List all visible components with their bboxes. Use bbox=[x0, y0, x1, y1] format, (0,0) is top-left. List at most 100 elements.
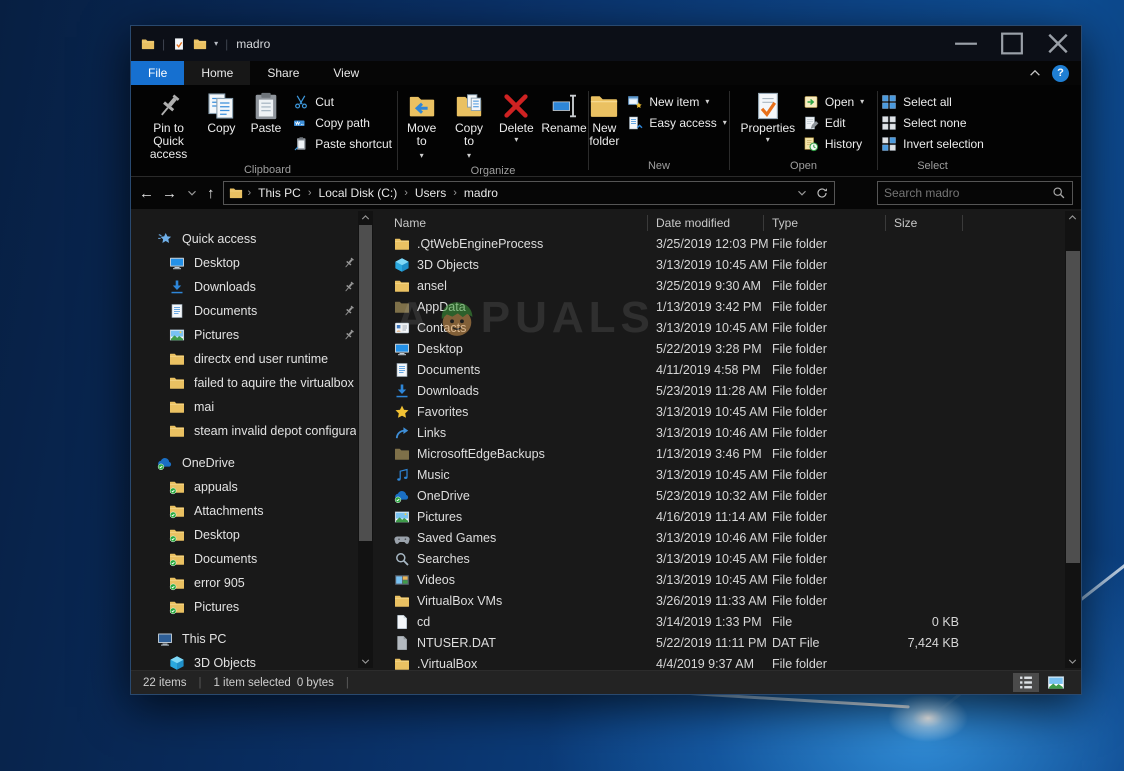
collapse-ribbon-chevron-icon[interactable] bbox=[1028, 66, 1042, 80]
sidebar-item-attachments[interactable]: Attachments bbox=[131, 499, 386, 523]
file-row-documents[interactable]: Documents4/11/2019 4:58 PMFile folder bbox=[386, 359, 1081, 380]
file-row-appdata[interactable]: AppData1/13/2019 3:42 PMFile folder bbox=[386, 296, 1081, 317]
ribbon-paste-shortcut-button[interactable]: Paste shortcut bbox=[289, 133, 396, 154]
ribbon-properties-button[interactable]: Properties▾ bbox=[739, 89, 797, 151]
sidebar-item-quick-access[interactable]: Quick access bbox=[131, 227, 386, 251]
file-row-searches[interactable]: Searches3/13/2019 10:45 AMFile folder bbox=[386, 548, 1081, 569]
refresh-icon[interactable] bbox=[815, 186, 829, 200]
details-view-button[interactable] bbox=[1013, 673, 1039, 692]
folder-icon[interactable] bbox=[193, 37, 207, 51]
file-row-onedrive[interactable]: OneDrive5/23/2019 10:32 AMFile folder bbox=[386, 485, 1081, 506]
sidebar-item-onedrive[interactable]: OneDrive bbox=[131, 451, 386, 475]
file-row-3d-objects[interactable]: 3D Objects3/13/2019 10:45 AMFile folder bbox=[386, 254, 1081, 275]
ribbon-edit-button[interactable]: Edit bbox=[799, 112, 850, 133]
sidebar-item-mai[interactable]: mai bbox=[131, 395, 386, 419]
file-row-virtualbox[interactable]: .VirtualBox4/4/2019 9:37 AMFile folder bbox=[386, 653, 1081, 670]
breadcrumb-item-users[interactable]: Users bbox=[415, 186, 446, 200]
tab-home[interactable]: Home bbox=[184, 61, 250, 85]
sidebar-item-documents[interactable]: Documents bbox=[131, 547, 386, 571]
sidebar-item-error-905[interactable]: error 905 bbox=[131, 571, 386, 595]
qat-customize-chevron-icon[interactable]: ▾ bbox=[214, 39, 218, 48]
ribbon-open-button[interactable]: Open▾ bbox=[799, 91, 868, 112]
file-row-links[interactable]: Links3/13/2019 10:46 AMFile folder bbox=[386, 422, 1081, 443]
ribbon-copy-path-button[interactable]: Copy path bbox=[289, 112, 374, 133]
column-header-type[interactable]: Type bbox=[764, 215, 886, 231]
ribbon-select-all-button[interactable]: Select all bbox=[877, 91, 956, 112]
file-row-ansel[interactable]: ansel3/25/2019 9:30 AMFile folder bbox=[386, 275, 1081, 296]
scroll-up-icon[interactable] bbox=[1065, 211, 1080, 224]
sidebar-scrollbar-thumb[interactable] bbox=[359, 225, 372, 541]
scroll-up-icon[interactable] bbox=[358, 211, 373, 224]
ribbon-select-none-button[interactable]: Select none bbox=[877, 112, 970, 133]
sidebar-item-steam-invalid-depot-configuratio[interactable]: steam invalid depot configuratio bbox=[131, 419, 386, 443]
column-header-date-modified[interactable]: Date modified bbox=[648, 215, 764, 231]
file-row-pictures[interactable]: Pictures4/16/2019 11:14 AMFile folder bbox=[386, 506, 1081, 527]
sidebar-item-desktop[interactable]: Desktop bbox=[131, 251, 386, 275]
breadcrumb-item-local-disk-c[interactable]: Local Disk (C:) bbox=[319, 186, 398, 200]
sidebar-item-downloads[interactable]: Downloads bbox=[131, 275, 386, 299]
ribbon-invert-selection-button[interactable]: Invert selection bbox=[877, 133, 988, 154]
tab-file[interactable]: File bbox=[131, 61, 184, 85]
ribbon-paste-button[interactable]: Paste bbox=[245, 89, 288, 151]
file-row-videos[interactable]: Videos3/13/2019 10:45 AMFile folder bbox=[386, 569, 1081, 590]
file-row-qtwebengineprocess[interactable]: .QtWebEngineProcess3/25/2019 12:03 PMFil… bbox=[386, 233, 1081, 254]
ribbon-cut-button[interactable]: Cut bbox=[289, 91, 338, 112]
ribbon-rename-button[interactable]: Rename bbox=[541, 89, 587, 151]
sidebar-scrollbar[interactable] bbox=[358, 211, 373, 668]
up-icon[interactable]: ↑ bbox=[207, 186, 215, 201]
maximize-button[interactable] bbox=[989, 26, 1035, 61]
search-box[interactable] bbox=[877, 181, 1073, 205]
sidebar-item-directx-end-user-runtime[interactable]: directx end user runtime bbox=[131, 347, 386, 371]
file-row-favorites[interactable]: Favorites3/13/2019 10:45 AMFile folder bbox=[386, 401, 1081, 422]
search-input[interactable] bbox=[884, 186, 1052, 200]
ribbon-delete-button[interactable]: Delete▾ bbox=[494, 89, 539, 151]
ribbon-copy-to-button[interactable]: Copy to ▾ bbox=[446, 89, 491, 164]
ribbon-move-to-button[interactable]: Move to ▾ bbox=[399, 89, 444, 164]
forward-icon[interactable]: → bbox=[162, 186, 177, 201]
sidebar-item-pictures[interactable]: Pictures bbox=[131, 595, 386, 619]
ribbon-history-button[interactable]: History bbox=[799, 133, 866, 154]
tab-share[interactable]: Share bbox=[250, 61, 316, 85]
file-row-ntuser-dat[interactable]: NTUSER.DAT5/22/2019 11:11 PMDAT File7,42… bbox=[386, 632, 1081, 653]
file-row-desktop[interactable]: Desktop5/22/2019 3:28 PMFile folder bbox=[386, 338, 1081, 359]
file-row-contacts[interactable]: Contacts3/13/2019 10:45 AMFile folder bbox=[386, 317, 1081, 338]
recent-locations-chevron-icon[interactable] bbox=[185, 186, 199, 200]
breadcrumb-item-this-pc[interactable]: This PC bbox=[258, 186, 301, 200]
search-icon[interactable] bbox=[1052, 186, 1066, 200]
ribbon-pin-to-quick-access-button[interactable]: Pin to Quick access bbox=[139, 89, 198, 163]
file-row-saved-games[interactable]: Saved Games3/13/2019 10:46 AMFile folder bbox=[386, 527, 1081, 548]
sidebar-item-failed-to-aquire-the-virtualbox-co[interactable]: failed to aquire the virtualbox co bbox=[131, 371, 386, 395]
file-row-microsoftedgebackups[interactable]: MicrosoftEdgeBackups1/13/2019 3:46 PMFil… bbox=[386, 443, 1081, 464]
help-icon[interactable]: ? bbox=[1052, 65, 1069, 82]
scroll-down-icon[interactable] bbox=[1065, 655, 1080, 668]
ribbon-easy-access-button[interactable]: Easy access▾ bbox=[623, 112, 730, 133]
column-header-name[interactable]: Name bbox=[386, 215, 648, 231]
sidebar-item-3d-objects[interactable]: 3D Objects bbox=[131, 651, 386, 670]
title-bar[interactable]: | ▾ | madro bbox=[131, 26, 1081, 61]
ribbon-new-folder-button[interactable]: New folder bbox=[587, 89, 621, 151]
file-list-scrollbar[interactable] bbox=[1065, 211, 1081, 668]
file-list-scrollbar-thumb[interactable] bbox=[1066, 251, 1080, 563]
file-row-virtualbox-vms[interactable]: VirtualBox VMs3/26/2019 11:33 AMFile fol… bbox=[386, 590, 1081, 611]
close-button[interactable] bbox=[1035, 26, 1081, 61]
sidebar-item-this-pc[interactable]: This PC bbox=[131, 627, 386, 651]
file-row-downloads[interactable]: Downloads5/23/2019 11:28 AMFile folder bbox=[386, 380, 1081, 401]
tab-view[interactable]: View bbox=[316, 61, 376, 85]
sidebar-item-pictures[interactable]: Pictures bbox=[131, 323, 386, 347]
ribbon-new-item-button[interactable]: New item▾ bbox=[623, 91, 713, 112]
large-icons-view-button[interactable] bbox=[1043, 673, 1069, 692]
column-header-size[interactable]: Size bbox=[886, 215, 963, 231]
properties-qat-icon[interactable] bbox=[172, 37, 186, 51]
file-row-music[interactable]: Music3/13/2019 10:45 AMFile folder bbox=[386, 464, 1081, 485]
back-icon[interactable]: ← bbox=[139, 186, 154, 201]
address-history-chevron-icon[interactable] bbox=[795, 186, 809, 200]
scroll-down-icon[interactable] bbox=[358, 655, 373, 668]
sidebar-item-appuals[interactable]: appuals bbox=[131, 475, 386, 499]
breadcrumb-item-madro[interactable]: madro bbox=[464, 186, 498, 200]
sidebar-item-documents[interactable]: Documents bbox=[131, 299, 386, 323]
file-row-cd[interactable]: cd3/14/2019 1:33 PMFile0 KB bbox=[386, 611, 1081, 632]
address-box[interactable]: ›This PC›Local Disk (C:)›Users›madro bbox=[223, 181, 835, 205]
ribbon-copy-button[interactable]: Copy bbox=[200, 89, 243, 151]
minimize-button[interactable] bbox=[943, 26, 989, 61]
sidebar-item-desktop[interactable]: Desktop bbox=[131, 523, 386, 547]
